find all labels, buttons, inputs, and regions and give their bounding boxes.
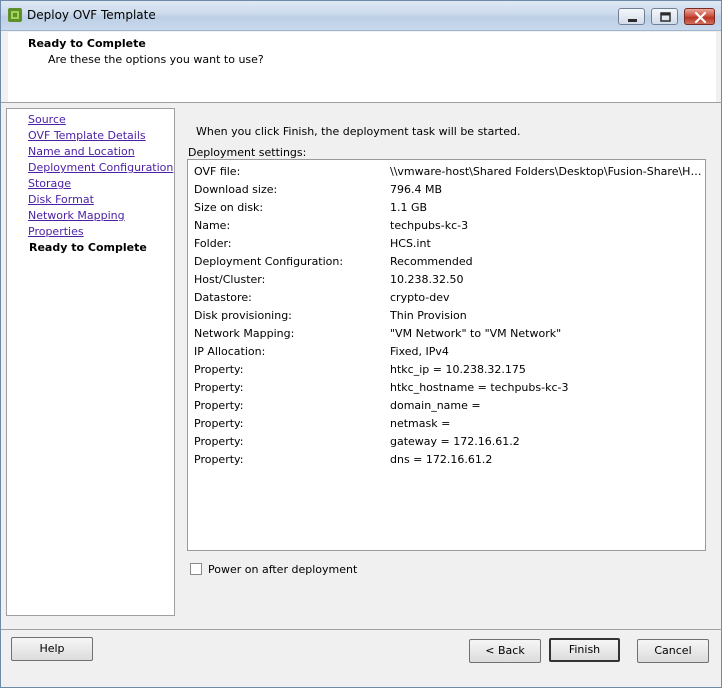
- settings-key: Datastore:: [194, 291, 252, 304]
- settings-key: Property:: [194, 381, 244, 394]
- settings-key: Property:: [194, 417, 244, 430]
- settings-value: domain_name =: [390, 399, 481, 412]
- nav-step-name-and-location[interactable]: Name and Location: [28, 145, 135, 158]
- deployment-settings-list[interactable]: OVF file: \\vmware-host\Shared Folders\De…: [187, 159, 706, 551]
- settings-value: htkc_ip = 10.238.32.175: [390, 363, 526, 376]
- settings-key: Download size:: [194, 183, 278, 196]
- settings-key: OVF file:: [194, 165, 241, 178]
- settings-value: Recommended: [390, 255, 473, 268]
- settings-row: Property: gateway = 172.16.61.2: [188, 431, 705, 449]
- settings-value: 1.1 GB: [390, 201, 428, 214]
- settings-row: Property: htkc_ip = 10.238.32.175: [188, 359, 705, 377]
- settings-value: \\vmware-host\Shared Folders\Desktop\Fus…: [390, 165, 702, 178]
- nav-step-disk-format[interactable]: Disk Format: [28, 193, 94, 206]
- settings-key: Property:: [194, 453, 244, 466]
- finish-button[interactable]: Finish: [549, 638, 620, 662]
- nav-step-network-mapping[interactable]: Network Mapping: [28, 209, 125, 222]
- settings-row: Property: netmask =: [188, 413, 705, 431]
- settings-row: Property: htkc_hostname = techpubs-kc-3: [188, 377, 705, 395]
- settings-row: Name: techpubs-kc-3: [188, 215, 705, 233]
- vsphere-deploy-icon: [8, 8, 22, 22]
- settings-value: gateway = 172.16.61.2: [390, 435, 520, 448]
- wizard-steps-nav: Source OVF Template Details Name and Loc…: [6, 108, 175, 616]
- cancel-button[interactable]: Cancel: [637, 639, 709, 663]
- settings-value: Fixed, IPv4: [390, 345, 449, 358]
- back-button[interactable]: < Back: [469, 639, 541, 663]
- close-button[interactable]: [684, 8, 715, 25]
- power-on-label[interactable]: Power on after deployment: [208, 563, 357, 576]
- settings-value: crypto-dev: [390, 291, 450, 304]
- deploy-ovf-window: Deploy OVF Template Ready to Complete Ar…: [0, 0, 722, 688]
- settings-value: "VM Network" to "VM Network": [390, 327, 562, 340]
- settings-value: 10.238.32.50: [390, 273, 464, 286]
- maximize-icon: [660, 12, 671, 22]
- nav-step-properties[interactable]: Properties: [28, 225, 84, 238]
- settings-key: Property:: [194, 363, 244, 376]
- settings-key: Name:: [194, 219, 231, 232]
- settings-key: Property:: [194, 399, 244, 412]
- settings-row: Size on disk: 1.1 GB: [188, 197, 705, 215]
- settings-value: techpubs-kc-3: [390, 219, 469, 232]
- settings-row: Property: dns = 172.16.61.2: [188, 449, 705, 467]
- nav-step-ready-to-complete: Ready to Complete: [29, 241, 147, 254]
- settings-key: IP Allocation:: [194, 345, 266, 358]
- settings-value: Thin Provision: [390, 309, 467, 322]
- title-bar[interactable]: Deploy OVF Template: [1, 1, 721, 31]
- settings-row: OVF file: \\vmware-host\Shared Folders\De…: [188, 161, 705, 179]
- settings-row: Host/Cluster: 10.238.32.50: [188, 269, 705, 287]
- settings-label: Deployment settings:: [188, 146, 307, 159]
- page-subtitle: Are these the options you want to use?: [48, 53, 264, 66]
- maximize-button[interactable]: [651, 8, 678, 25]
- power-on-checkbox[interactable]: [190, 563, 202, 575]
- footer-divider: [1, 629, 722, 630]
- settings-key: Folder:: [194, 237, 232, 250]
- nav-step-deployment-configuration[interactable]: Deployment Configuration: [28, 161, 173, 174]
- settings-row: Disk provisioning: Thin Provision: [188, 305, 705, 323]
- settings-row: Folder: HCS.int: [188, 233, 705, 251]
- minimize-icon: [628, 19, 637, 22]
- settings-value: netmask =: [390, 417, 451, 430]
- minimize-button[interactable]: [618, 8, 645, 25]
- settings-key: Property:: [194, 435, 244, 448]
- window-title: Deploy OVF Template: [27, 8, 156, 22]
- settings-value: htkc_hostname = techpubs-kc-3: [390, 381, 569, 394]
- wizard-header: Ready to Complete Are these the options …: [8, 32, 716, 102]
- header-divider: [1, 102, 722, 103]
- nav-step-storage[interactable]: Storage: [28, 177, 71, 190]
- settings-key: Deployment Configuration:: [194, 255, 344, 268]
- settings-key: Host/Cluster:: [194, 273, 266, 286]
- settings-row: Property: domain_name =: [188, 395, 705, 413]
- settings-key: Disk provisioning:: [194, 309, 292, 322]
- intro-text: When you click Finish, the deployment ta…: [196, 125, 521, 138]
- nav-step-source[interactable]: Source: [28, 113, 66, 126]
- settings-row: Datastore: crypto-dev: [188, 287, 705, 305]
- settings-row: Download size: 796.4 MB: [188, 179, 705, 197]
- settings-value: 796.4 MB: [390, 183, 443, 196]
- settings-value: dns = 172.16.61.2: [390, 453, 493, 466]
- help-button[interactable]: Help: [11, 637, 93, 661]
- nav-step-ovf-template-details[interactable]: OVF Template Details: [28, 129, 146, 142]
- settings-key: Size on disk:: [194, 201, 264, 214]
- settings-key: Network Mapping:: [194, 327, 295, 340]
- settings-row: Deployment Configuration: Recommended: [188, 251, 705, 269]
- settings-row: IP Allocation: Fixed, IPv4: [188, 341, 705, 359]
- page-title: Ready to Complete: [28, 37, 146, 50]
- settings-value: HCS.int: [390, 237, 431, 250]
- close-icon: [694, 11, 707, 24]
- settings-row: Network Mapping: "VM Network" to "VM Netw…: [188, 323, 705, 341]
